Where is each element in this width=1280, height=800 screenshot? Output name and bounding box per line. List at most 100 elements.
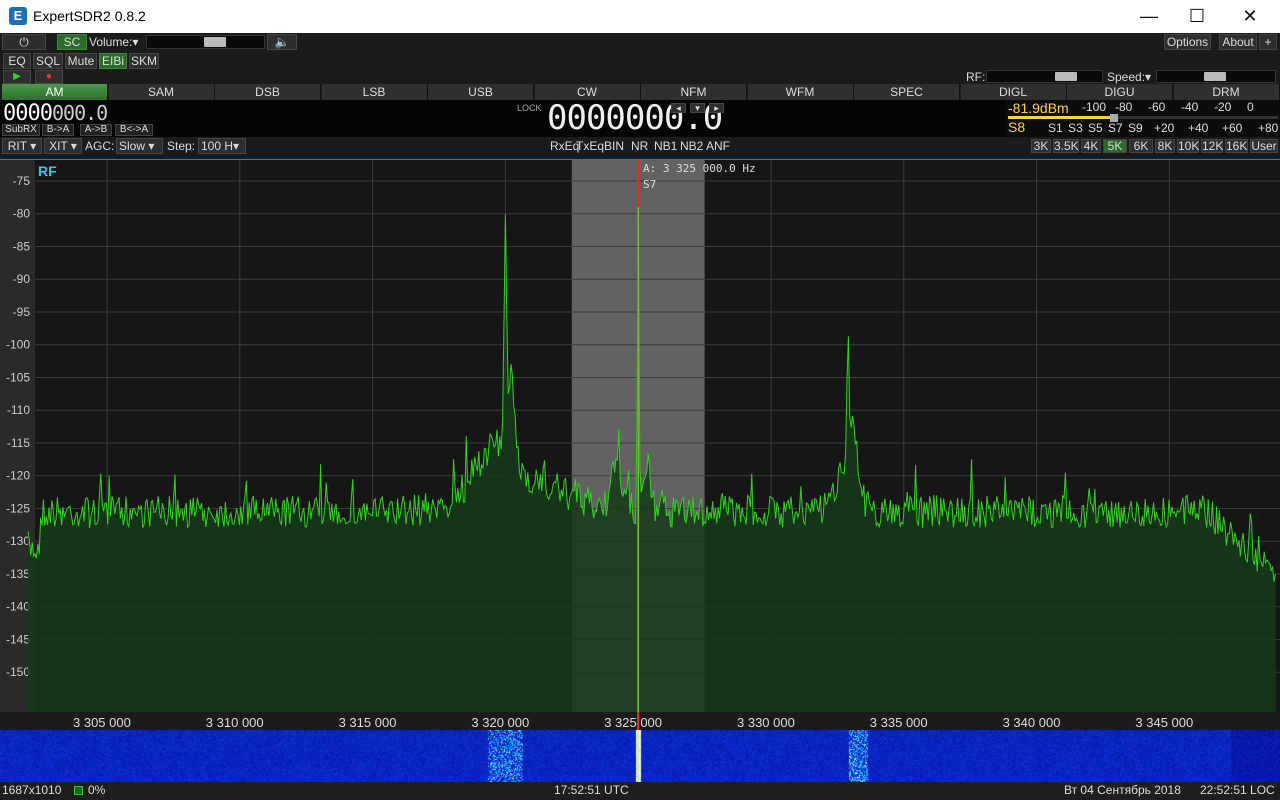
step-dropdown[interactable]: 100 H▾ xyxy=(198,138,246,154)
freq-tick-label: 3 325 000 xyxy=(604,715,663,730)
agc-dropdown[interactable]: Slow ▾ xyxy=(116,138,163,154)
db-tick-label: -105 xyxy=(6,370,30,384)
window-title: ExpertSDR2 0.8.2 xyxy=(33,8,146,24)
meter-scale-label: +80 xyxy=(1258,121,1279,135)
record-button[interactable]: ● xyxy=(35,70,63,84)
power-icon: ⏻ xyxy=(19,35,29,49)
bandwidth-4k[interactable]: 4K xyxy=(1081,139,1101,153)
skm-button[interactable]: SKM xyxy=(129,53,159,69)
mode-digu[interactable]: DIGU xyxy=(1067,84,1173,100)
speed-dropdown-icon[interactable]: ▾ xyxy=(1145,70,1151,84)
tune-right-icon[interactable]: ▸ xyxy=(709,103,724,113)
volume-dropdown-icon[interactable]: ▾ xyxy=(132,35,138,49)
frequency-axis: 3 305 000 3 310 000 3 315 000 3 320 000 3 32… xyxy=(0,712,1280,730)
mode-usb[interactable]: USB xyxy=(428,84,534,100)
mode-digl[interactable]: DIGL xyxy=(960,84,1067,100)
nr-button[interactable]: NR xyxy=(631,139,648,153)
bandwidth-3k[interactable]: 3K xyxy=(1031,139,1051,153)
subrx-button[interactable]: SubRX xyxy=(2,124,40,136)
power-button[interactable]: ⏻ xyxy=(2,34,46,50)
nb1-button[interactable]: NB1 xyxy=(654,139,677,153)
mode-sam[interactable]: SAM xyxy=(108,84,215,100)
txeq-button[interactable]: TxEq xyxy=(576,139,604,153)
freq-tick-label: 3 345 000 xyxy=(1135,715,1194,730)
bandwidth-8k[interactable]: 8K xyxy=(1155,139,1175,153)
status-bar: 1687x1010 0% 17:52:51 UTC Вт 04 Сентябрь… xyxy=(0,782,1280,800)
db-tick-label: -75 xyxy=(13,174,31,188)
speaker-button[interactable]: 🔈 xyxy=(267,34,297,50)
local-time: 22:52:51 LOC xyxy=(1200,783,1275,797)
s-value: S8 xyxy=(1008,119,1026,135)
close-button[interactable]: ✕ xyxy=(1227,0,1273,32)
meter-scale-label: S9 xyxy=(1128,121,1143,135)
waterfall[interactable] xyxy=(0,730,1280,782)
swap-button[interactable]: B<->A xyxy=(115,124,153,136)
eibi-button[interactable]: EIBi xyxy=(99,53,127,69)
freq-tick-label: 3 340 000 xyxy=(1002,715,1061,730)
mode-dsb[interactable]: DSB xyxy=(215,84,321,100)
mode-lsb[interactable]: LSB xyxy=(321,84,428,100)
eq-button[interactable]: EQ xyxy=(3,53,31,69)
bandwidth-user[interactable]: User xyxy=(1250,139,1278,153)
speed-label: Speed:▾ xyxy=(1107,70,1152,84)
lock-button[interactable]: LOCK xyxy=(517,103,542,113)
meter-scale-label: S1 xyxy=(1048,121,1063,135)
bandwidth-10k[interactable]: 10K xyxy=(1177,139,1199,153)
rit-dropdown[interactable]: RIT ▾ xyxy=(2,138,42,154)
options-button[interactable]: Options xyxy=(1164,34,1211,50)
sql-button[interactable]: SQL xyxy=(33,53,63,69)
nb2-button[interactable]: NB2 xyxy=(680,139,703,153)
db-tick-label: -150 xyxy=(6,665,30,679)
minimize-button[interactable]: — xyxy=(1126,0,1172,32)
play-button[interactable]: ▶ xyxy=(3,70,31,84)
speed-thumb[interactable] xyxy=(1204,72,1226,81)
anf-button[interactable]: ANF xyxy=(706,139,730,153)
volume-slider-thumb[interactable] xyxy=(203,37,226,47)
meter-scale-label: +20 xyxy=(1154,121,1175,135)
meter-scale-label: S3 xyxy=(1068,121,1083,135)
sc-button[interactable]: SC xyxy=(57,34,87,50)
mode-drm[interactable]: DRM xyxy=(1173,84,1280,100)
a-to-b-button[interactable]: A->B xyxy=(80,124,112,136)
bandwidth-5k[interactable]: 5K xyxy=(1103,139,1127,153)
rf-gain-slider[interactable] xyxy=(986,70,1103,83)
freq-tick-label: 3 305 000 xyxy=(73,715,131,730)
s-meter: -81.9dBm -100 -80 -60 -40 -20 0 S8 S1 S3 S5 S7 S9… xyxy=(1006,100,1280,137)
volume-label: Volume:▾ xyxy=(89,35,139,49)
bandwidth-3.5k[interactable]: 3.5K xyxy=(1053,139,1079,153)
mode-am[interactable]: AM xyxy=(2,84,108,100)
db-tick-label: -80 xyxy=(13,207,31,221)
bin-button[interactable]: BIN xyxy=(604,139,624,153)
rxeq-button[interactable]: RxEq xyxy=(550,139,579,153)
xit-dropdown[interactable]: XIT ▾ xyxy=(44,138,82,154)
db-tick-label: -85 xyxy=(13,239,31,253)
agc-dropdown-icon: ▾ xyxy=(148,139,155,153)
panel-toolbar: EQ SQL Mute EIBi SKM xyxy=(0,52,1280,70)
spectrum-plot[interactable]: -75 -80 -85 -90 -95 -100 -105 -110 -115 -120 -125 -… xyxy=(0,160,1280,712)
db-tick-label: -125 xyxy=(6,501,30,515)
rf-gain-thumb[interactable] xyxy=(1055,72,1077,81)
speed-slider[interactable] xyxy=(1156,70,1276,83)
meter-scale-label: 0 xyxy=(1247,100,1254,114)
xit-dropdown-icon: ▾ xyxy=(70,139,77,153)
record-icon: ● xyxy=(45,71,53,82)
bandwidth-6k[interactable]: 6K xyxy=(1129,139,1153,153)
bandwidth-16k[interactable]: 16K xyxy=(1225,139,1248,153)
freq-tick-label: 3 330 000 xyxy=(737,715,795,730)
volume-slider[interactable] xyxy=(146,35,265,49)
bandwidth-12k[interactable]: 12K xyxy=(1201,139,1223,153)
step-label: Step: xyxy=(167,139,196,153)
tune-menu-icon[interactable]: ▾ xyxy=(690,103,705,113)
about-button[interactable]: About xyxy=(1219,34,1257,50)
rf-gain-label: RF: xyxy=(966,70,986,84)
maximize-button[interactable]: ☐ xyxy=(1174,0,1220,32)
mute-button[interactable]: Mute xyxy=(65,53,97,69)
mode-wfm[interactable]: WFM xyxy=(747,84,854,100)
tune-left-icon[interactable]: ◂ xyxy=(671,103,686,113)
mode-spec[interactable]: SPEC xyxy=(854,84,960,100)
marker-frequency: A: 3 325 000.0 Hz xyxy=(643,162,756,175)
spectrum-panel[interactable]: -75 -80 -85 -90 -95 -100 -105 -110 -115 -120 -125 -… xyxy=(0,160,1280,712)
waterfall-canvas[interactable] xyxy=(0,730,1280,782)
about-plus-icon[interactable]: + xyxy=(1259,34,1277,50)
b-to-a-button[interactable]: B->A xyxy=(42,124,74,136)
